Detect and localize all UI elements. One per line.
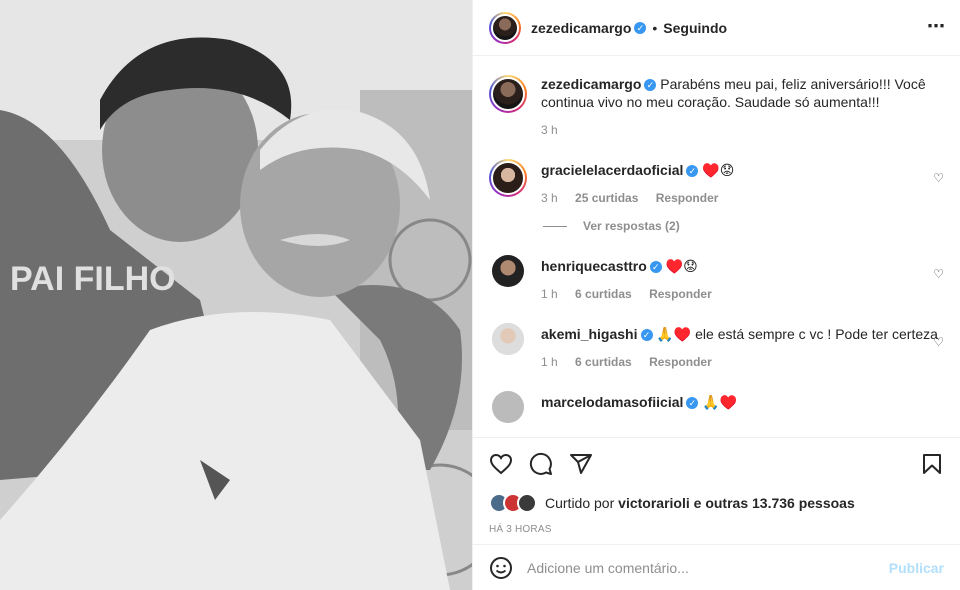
comments-list[interactable]: zezedicamargo ✓ Parabéns meu pai, feliz a… (473, 57, 960, 437)
comment-avatar[interactable] (489, 159, 527, 197)
publish-button[interactable]: Publicar (889, 560, 944, 576)
comment-body: akemi_higashi ✓ 🙏♥️ ele está sempre c vc … (541, 323, 944, 369)
verified-icon: ✓ (686, 165, 699, 178)
reply-button[interactable]: Responder (656, 191, 719, 205)
comment-text-block: gracielelacerdaoficial ✓ ♥️😟 (541, 161, 944, 179)
add-comment-bar: Publicar (473, 544, 960, 590)
comment-likes[interactable]: 25 curtidas (575, 191, 638, 205)
comment-item: akemi_higashi ✓ 🙏♥️ ele está sempre c vc … (489, 323, 944, 369)
view-replies-label: Ver respostas (2) (583, 219, 680, 233)
instagram-post-modal: PAI FILHO zezedicamargo ✓ • Seguindo ⋯ z… (0, 0, 960, 590)
more-icon[interactable]: ⋯ (927, 16, 946, 37)
verified-icon: ✓ (686, 397, 699, 410)
author-info: zezedicamargo ✓ • Seguindo (531, 20, 727, 36)
comment-meta: 1 h 6 curtidas Responder (541, 355, 944, 369)
comment-item: marcelodamasofiicial ✓ 🙏♥️ (489, 391, 944, 423)
author-username[interactable]: zezedicamargo (531, 20, 631, 36)
comment-likes[interactable]: 6 curtidas (575, 355, 632, 369)
comment-username[interactable]: henriquecasttro (541, 258, 647, 274)
view-replies-button[interactable]: Ver respostas (2) (543, 219, 944, 233)
comment-like-heart-icon[interactable]: ♡ (933, 171, 944, 185)
verified-icon: ✓ (634, 21, 647, 34)
replies-divider (543, 225, 567, 227)
reply-button[interactable]: Responder (649, 355, 712, 369)
comment-item: gracielelacerdaoficial ✓ ♥️😟 3 h 25 curti… (489, 159, 944, 205)
comment-time[interactable]: 1 h (541, 355, 558, 369)
action-icons (489, 438, 944, 490)
verified-icon: ✓ (649, 261, 662, 274)
verified-icon: ✓ (644, 79, 657, 92)
comment-avatar[interactable] (492, 391, 524, 423)
reply-button[interactable]: Responder (649, 287, 712, 301)
comment-time[interactable]: 1 h (541, 287, 558, 301)
comment-body: marcelodamasofiicial ✓ 🙏♥️ (541, 391, 944, 423)
heart-icon[interactable] (489, 452, 513, 476)
bookmark-icon[interactable] (920, 452, 944, 476)
comment-like-heart-icon[interactable]: ♡ (933, 335, 944, 349)
caption-meta: 3 h (541, 123, 944, 137)
comment-text-block: henriquecasttro ✓ ♥️😟 (541, 257, 944, 275)
share-icon[interactable] (569, 452, 593, 476)
caption: zezedicamargo ✓ Parabéns meu pai, feliz a… (489, 75, 944, 137)
post-photo-graphic: PAI FILHO (0, 0, 472, 590)
likes-summary: Curtido por victorarioli e outras 13.736… (489, 490, 944, 516)
liker-avatars[interactable] (489, 493, 537, 513)
comment-time[interactable]: 3 h (541, 191, 558, 205)
comment-input[interactable] (527, 559, 889, 576)
comment-username[interactable]: marcelodamasofiicial (541, 394, 683, 410)
comment-like-heart-icon[interactable]: ♡ (933, 267, 944, 281)
comment-text: ♥️😟 (665, 258, 698, 274)
verified-icon: ✓ (640, 329, 653, 342)
svg-text:PAI FILHO: PAI FILHO (10, 260, 176, 298)
caption-text-block: zezedicamargo ✓ Parabéns meu pai, feliz a… (541, 75, 944, 111)
comment-avatar[interactable] (492, 323, 524, 355)
comment-text: 🙏♥️ ele está sempre c vc ! Pode ter cert… (656, 326, 938, 342)
separator-dot: • (652, 19, 658, 36)
comment-text-block: akemi_higashi ✓ 🙏♥️ ele está sempre c vc … (541, 325, 944, 343)
comment-body: gracielelacerdaoficial ✓ ♥️😟 3 h 25 curti… (541, 159, 944, 205)
emoji-icon[interactable] (489, 556, 513, 580)
comment-meta: 3 h 25 curtidas Responder (541, 191, 944, 205)
author-avatar[interactable] (489, 11, 521, 44)
post-time[interactable]: HÁ 3 HORAS (489, 524, 944, 535)
comment-text: ♥️😟 (702, 162, 735, 178)
post-photo[interactable]: PAI FILHO (0, 0, 472, 590)
comment-avatar[interactable] (492, 255, 524, 287)
caption-avatar[interactable] (489, 75, 527, 113)
comment-item: henriquecasttro ✓ ♥️😟 1 h 6 curtidas Resp… (489, 255, 944, 301)
following-button[interactable]: Seguindo (663, 20, 727, 36)
post-sidebar: zezedicamargo ✓ • Seguindo ⋯ zezedicamar… (472, 0, 960, 590)
comment-username[interactable]: gracielelacerdaoficial (541, 162, 683, 178)
likes-others[interactable]: e outras 13.736 pessoas (694, 495, 855, 511)
comment-body: henriquecasttro ✓ ♥️😟 1 h 6 curtidas Resp… (541, 255, 944, 301)
post-actions: Curtido por victorarioli e outras 13.736… (473, 437, 960, 535)
post-header: zezedicamargo ✓ • Seguindo ⋯ (473, 0, 960, 56)
likes-prefix: Curtido por (545, 495, 615, 511)
caption-body: zezedicamargo ✓ Parabéns meu pai, feliz a… (541, 75, 944, 137)
comment-icon[interactable] (529, 452, 553, 476)
comment-username[interactable]: akemi_higashi (541, 326, 638, 342)
caption-time[interactable]: 3 h (541, 123, 558, 137)
likes-first-user[interactable]: victorarioli (618, 495, 690, 511)
comment-likes[interactable]: 6 curtidas (575, 287, 632, 301)
caption-username[interactable]: zezedicamargo (541, 76, 641, 92)
comment-text-block: marcelodamasofiicial ✓ 🙏♥️ (541, 393, 944, 411)
comment-meta: 1 h 6 curtidas Responder (541, 287, 944, 301)
comment-text: 🙏♥️ (702, 394, 738, 410)
